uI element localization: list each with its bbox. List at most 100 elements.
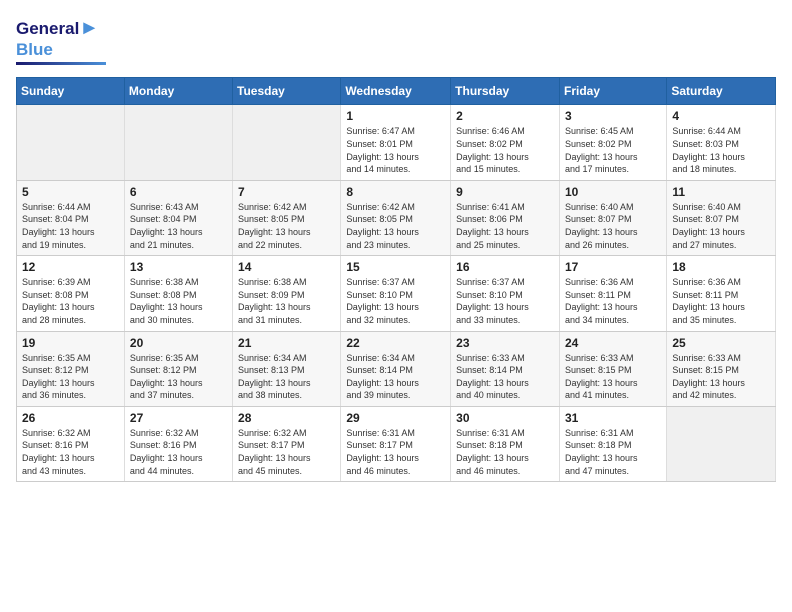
logo-arrow: ► [79,17,99,39]
day-number: 3 [565,109,661,123]
week-row-1: 1 Sunrise: 6:47 AM Sunset: 8:01 PM Daylig… [17,105,776,180]
day-number: 4 [672,109,770,123]
day-info: Sunrise: 6:35 AM Sunset: 8:12 PM Dayligh… [22,352,119,402]
day-number: 25 [672,336,770,350]
weekday-header-saturday: Saturday [667,78,776,105]
calendar-cell: 28 Sunrise: 6:32 AM Sunset: 8:17 PM Dayli… [233,406,341,481]
day-number: 14 [238,260,335,274]
calendar-cell: 21 Sunrise: 6:34 AM Sunset: 8:13 PM Dayli… [233,331,341,406]
day-info: Sunrise: 6:35 AM Sunset: 8:12 PM Dayligh… [130,352,227,402]
day-info: Sunrise: 6:32 AM Sunset: 8:16 PM Dayligh… [130,427,227,477]
day-info: Sunrise: 6:42 AM Sunset: 8:05 PM Dayligh… [346,201,445,251]
day-number: 20 [130,336,227,350]
calendar-cell: 23 Sunrise: 6:33 AM Sunset: 8:14 PM Dayli… [451,331,560,406]
day-info: Sunrise: 6:37 AM Sunset: 8:10 PM Dayligh… [456,276,554,326]
calendar-cell: 9 Sunrise: 6:41 AM Sunset: 8:06 PM Daylig… [451,180,560,255]
day-number: 6 [130,185,227,199]
calendar-cell: 19Sunrise: 6:35 AM Sunset: 8:12 PM Dayli… [17,331,125,406]
calendar-cell: 3 Sunrise: 6:45 AM Sunset: 8:02 PM Daylig… [559,105,666,180]
calendar-cell: 18 Sunrise: 6:36 AM Sunset: 8:11 PM Dayli… [667,256,776,331]
day-number: 27 [130,411,227,425]
day-info: Sunrise: 6:43 AM Sunset: 8:04 PM Dayligh… [130,201,227,251]
day-number: 23 [456,336,554,350]
calendar-cell: 6 Sunrise: 6:43 AM Sunset: 8:04 PM Daylig… [124,180,232,255]
day-info: Sunrise: 6:40 AM Sunset: 8:07 PM Dayligh… [565,201,661,251]
day-info: Sunrise: 6:42 AM Sunset: 8:05 PM Dayligh… [238,201,335,251]
day-info: Sunrise: 6:47 AM Sunset: 8:01 PM Dayligh… [346,125,445,175]
day-info: Sunrise: 6:38 AM Sunset: 8:08 PM Dayligh… [130,276,227,326]
calendar-cell: 30 Sunrise: 6:31 AM Sunset: 8:18 PM Dayli… [451,406,560,481]
calendar-cell [17,105,125,180]
day-info: Sunrise: 6:33 AM Sunset: 8:15 PM Dayligh… [672,352,770,402]
day-number: 26 [22,411,119,425]
day-info: Sunrise: 6:44 AM Sunset: 8:03 PM Dayligh… [672,125,770,175]
calendar-table: SundayMondayTuesdayWednesdayThursdayFrid… [16,77,776,482]
day-number: 5 [22,185,119,199]
day-number: 28 [238,411,335,425]
logo-general: General [16,19,79,38]
day-number: 29 [346,411,445,425]
day-number: 31 [565,411,661,425]
day-info: Sunrise: 6:33 AM Sunset: 8:14 PM Dayligh… [456,352,554,402]
day-info: Sunrise: 6:45 AM Sunset: 8:02 PM Dayligh… [565,125,661,175]
day-number: 24 [565,336,661,350]
calendar-cell: 10 Sunrise: 6:40 AM Sunset: 8:07 PM Dayli… [559,180,666,255]
weekday-header-tuesday: Tuesday [233,78,341,105]
day-info: Sunrise: 6:32 AM Sunset: 8:17 PM Dayligh… [238,427,335,477]
week-row-2: 5 Sunrise: 6:44 AM Sunset: 8:04 PM Daylig… [17,180,776,255]
calendar-cell: 11Sunrise: 6:40 AM Sunset: 8:07 PM Dayli… [667,180,776,255]
calendar-cell: 8 Sunrise: 6:42 AM Sunset: 8:05 PM Daylig… [341,180,451,255]
calendar-cell: 31 Sunrise: 6:31 AM Sunset: 8:18 PM Dayli… [559,406,666,481]
week-row-5: 26 Sunrise: 6:32 AM Sunset: 8:16 PM Dayli… [17,406,776,481]
calendar-cell: 17 Sunrise: 6:36 AM Sunset: 8:11 PM Dayli… [559,256,666,331]
day-number: 9 [456,185,554,199]
logo-text: General► Blue [16,16,99,60]
calendar-cell: 29 Sunrise: 6:31 AM Sunset: 8:17 PM Dayli… [341,406,451,481]
calendar-cell: 25 Sunrise: 6:33 AM Sunset: 8:15 PM Dayli… [667,331,776,406]
day-number: 8 [346,185,445,199]
day-info: Sunrise: 6:38 AM Sunset: 8:09 PM Dayligh… [238,276,335,326]
day-number: 2 [456,109,554,123]
day-info: Sunrise: 6:33 AM Sunset: 8:15 PM Dayligh… [565,352,661,402]
week-row-3: 12Sunrise: 6:39 AM Sunset: 8:08 PM Dayli… [17,256,776,331]
calendar-cell: 20 Sunrise: 6:35 AM Sunset: 8:12 PM Dayli… [124,331,232,406]
day-info: Sunrise: 6:44 AM Sunset: 8:04 PM Dayligh… [22,201,119,251]
day-number: 13 [130,260,227,274]
day-info: Sunrise: 6:31 AM Sunset: 8:18 PM Dayligh… [565,427,661,477]
day-info: Sunrise: 6:34 AM Sunset: 8:14 PM Dayligh… [346,352,445,402]
calendar-cell: 27 Sunrise: 6:32 AM Sunset: 8:16 PM Dayli… [124,406,232,481]
calendar-cell: 1 Sunrise: 6:47 AM Sunset: 8:01 PM Daylig… [341,105,451,180]
week-row-4: 19Sunrise: 6:35 AM Sunset: 8:12 PM Dayli… [17,331,776,406]
calendar-cell [233,105,341,180]
logo-blue: Blue [16,40,53,59]
calendar-cell: 13 Sunrise: 6:38 AM Sunset: 8:08 PM Dayli… [124,256,232,331]
day-info: Sunrise: 6:37 AM Sunset: 8:10 PM Dayligh… [346,276,445,326]
day-info: Sunrise: 6:32 AM Sunset: 8:16 PM Dayligh… [22,427,119,477]
day-info: Sunrise: 6:41 AM Sunset: 8:06 PM Dayligh… [456,201,554,251]
logo-underline [16,62,106,65]
day-number: 21 [238,336,335,350]
calendar-cell: 16 Sunrise: 6:37 AM Sunset: 8:10 PM Dayli… [451,256,560,331]
weekday-header-friday: Friday [559,78,666,105]
day-number: 12 [22,260,119,274]
calendar-cell: 5 Sunrise: 6:44 AM Sunset: 8:04 PM Daylig… [17,180,125,255]
day-number: 1 [346,109,445,123]
day-info: Sunrise: 6:34 AM Sunset: 8:13 PM Dayligh… [238,352,335,402]
logo: General► Blue [16,16,106,65]
day-number: 7 [238,185,335,199]
weekday-header-monday: Monday [124,78,232,105]
day-number: 30 [456,411,554,425]
day-info: Sunrise: 6:36 AM Sunset: 8:11 PM Dayligh… [672,276,770,326]
day-info: Sunrise: 6:46 AM Sunset: 8:02 PM Dayligh… [456,125,554,175]
calendar-cell: 24 Sunrise: 6:33 AM Sunset: 8:15 PM Dayli… [559,331,666,406]
day-number: 10 [565,185,661,199]
day-info: Sunrise: 6:36 AM Sunset: 8:11 PM Dayligh… [565,276,661,326]
calendar-cell: 26 Sunrise: 6:32 AM Sunset: 8:16 PM Dayli… [17,406,125,481]
day-number: 17 [565,260,661,274]
weekday-header-row: SundayMondayTuesdayWednesdayThursdayFrid… [17,78,776,105]
day-info: Sunrise: 6:31 AM Sunset: 8:17 PM Dayligh… [346,427,445,477]
calendar-cell: 22Sunrise: 6:34 AM Sunset: 8:14 PM Dayli… [341,331,451,406]
day-info: Sunrise: 6:31 AM Sunset: 8:18 PM Dayligh… [456,427,554,477]
day-number: 18 [672,260,770,274]
day-number: 16 [456,260,554,274]
